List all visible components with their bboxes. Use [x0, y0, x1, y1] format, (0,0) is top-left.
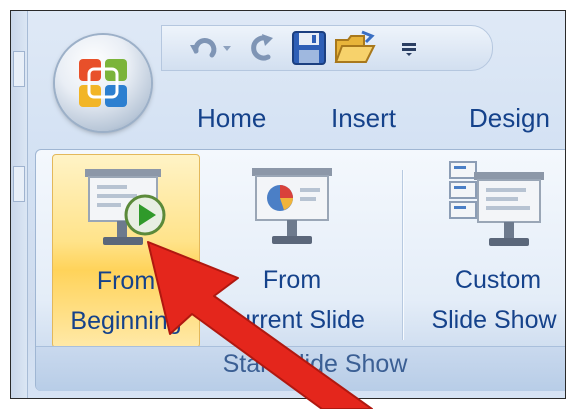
powerpoint-window: Home Insert Design From Beginning From C…	[10, 10, 566, 399]
save-icon	[292, 31, 326, 65]
projector-slides-icon	[449, 161, 544, 246]
customize-toolbar-icon	[402, 43, 416, 56]
left-edge-strip	[11, 11, 28, 398]
redo-button[interactable]	[245, 29, 281, 67]
open-button[interactable]	[333, 29, 377, 67]
undo-dropdown[interactable]	[219, 29, 235, 67]
from-beginning-line2: Beginning	[70, 307, 182, 335]
quick-access-toolbar	[161, 21, 541, 73]
ribbon-separator	[402, 170, 403, 340]
projector-play-icon	[85, 169, 166, 245]
custom-slide-show-button[interactable]: Custom Slide Show	[408, 154, 565, 348]
ribbon-panel: From Beginning From Current Slide Custom…	[35, 149, 565, 391]
screenshot-frame: Home Insert Design From Beginning From C…	[0, 0, 576, 409]
group-label-start-slide-show: Start Slide Show	[222, 350, 408, 378]
custom-slide-show-line2: Slide Show	[431, 306, 557, 334]
from-current-slide-button[interactable]: From Current Slide	[202, 154, 382, 348]
undo-icon	[190, 38, 217, 58]
save-button[interactable]	[289, 29, 329, 67]
tab-design[interactable]: Design	[469, 103, 550, 134]
from-beginning-button[interactable]: From Beginning	[52, 154, 200, 348]
from-current-slide-line1: From	[262, 266, 322, 294]
chevron-down-icon	[223, 46, 231, 51]
projector-pie-chart-icon	[252, 168, 332, 244]
ribbon-tabs: Home Insert Design	[11, 99, 565, 147]
customize-toolbar-button[interactable]	[397, 29, 421, 67]
tab-insert[interactable]: Insert	[331, 103, 396, 134]
tab-home[interactable]: Home	[197, 103, 266, 134]
custom-slide-show-line1: Custom	[454, 266, 542, 294]
from-current-slide-line2: Current Slide	[219, 306, 365, 334]
from-beginning-line1: From	[96, 267, 156, 295]
redo-icon	[251, 34, 273, 61]
undo-button[interactable]	[185, 29, 221, 67]
open-folder-icon	[334, 30, 376, 63]
